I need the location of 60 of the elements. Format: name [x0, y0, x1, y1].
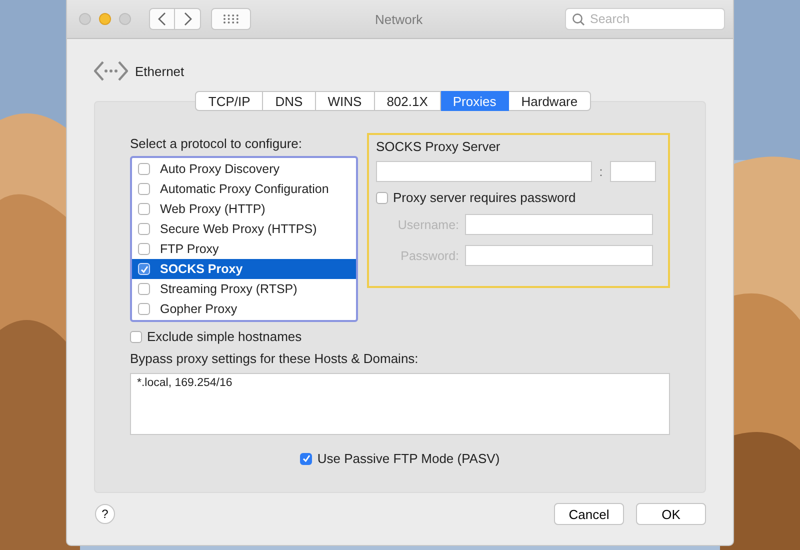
protocol-name: Auto Proxy Discovery — [160, 162, 280, 176]
forward-button[interactable] — [175, 8, 201, 30]
protocol-row[interactable]: Automatic Proxy Configuration — [132, 179, 356, 199]
minimize-button[interactable] — [99, 13, 111, 25]
port-separator: : — [598, 164, 604, 178]
checkbox[interactable] — [130, 330, 142, 342]
protocol-name: Streaming Proxy (RTSP) — [160, 282, 298, 296]
protocol-name: FTP Proxy — [160, 242, 219, 256]
protocol-row[interactable]: Web Proxy (HTTP) — [132, 199, 356, 219]
checkbox[interactable] — [138, 283, 150, 295]
tab[interactable]: 802.1X — [374, 91, 441, 111]
close-button[interactable] — [79, 13, 91, 25]
protocol-row[interactable]: Auto Proxy Discovery — [132, 159, 356, 179]
protocol-name: Gopher Proxy — [160, 302, 238, 316]
window-title: Network — [375, 12, 423, 27]
port-field[interactable] — [610, 161, 656, 182]
checkbox-label: Use Passive FTP Mode (PASV) — [317, 451, 500, 466]
grid-icon — [223, 14, 239, 24]
dialog-button[interactable]: OK — [636, 503, 706, 525]
checkbox[interactable] — [138, 163, 150, 175]
tab[interactable]: DNS — [263, 91, 316, 111]
protocol-row[interactable]: Gopher Proxy — [132, 299, 356, 319]
checkbox[interactable] — [138, 303, 150, 315]
protocol-name: Web Proxy (HTTP) — [160, 202, 266, 216]
checkbox[interactable] — [376, 192, 388, 204]
checkbox[interactable] — [138, 203, 150, 215]
server-field[interactable] — [376, 161, 592, 182]
checkbox[interactable] — [138, 183, 150, 195]
checkbox[interactable] — [300, 452, 312, 464]
tab[interactable]: Hardware — [509, 91, 591, 111]
tab[interactable]: Proxies — [440, 91, 510, 111]
search-icon — [572, 13, 585, 26]
chevron-right-icon — [182, 12, 192, 26]
protocol-name: Automatic Proxy Configuration — [160, 182, 329, 196]
checkbox[interactable] — [138, 223, 150, 235]
search-field[interactable]: Search — [565, 8, 725, 30]
protocol-list[interactable]: Auto Proxy Discovery Automatic Proxy Configuration Web Proxy (HTTP) Secure Web Proxy (HTTPS) FTP Proxy SOCKS Proxy Streaming Proxy (RTSP) Gopher Proxy — [130, 156, 358, 322]
zoom-button[interactable] — [119, 13, 131, 25]
server-title: SOCKS Proxy Server — [376, 139, 502, 154]
protocol-name: SOCKS Proxy — [160, 262, 243, 276]
protocol-row[interactable]: SOCKS Proxy — [132, 259, 356, 279]
protocol-row[interactable]: FTP Proxy — [132, 239, 356, 259]
protocol-label: Select a protocol to configure: — [130, 136, 303, 151]
checkbox[interactable] — [138, 243, 150, 255]
dialog-button[interactable]: Cancel — [554, 503, 624, 525]
checkbox-label: Exclude simple hostnames — [147, 329, 302, 344]
bypass-field[interactable]: *.local, 169.254/16 — [130, 373, 670, 435]
protocol-name: Secure Web Proxy (HTTPS) — [160, 222, 317, 236]
back-button[interactable] — [149, 8, 175, 30]
ethernet-icon — [94, 60, 128, 82]
show-all-button[interactable] — [211, 8, 251, 30]
tab[interactable]: WINS — [316, 91, 375, 111]
protocol-row[interactable]: Secure Web Proxy (HTTPS) — [132, 219, 356, 239]
help-button[interactable]: ? — [95, 504, 115, 524]
bypass-label: Bypass proxy settings for these Hosts & Domains: — [130, 351, 420, 366]
protocol-row[interactable]: Streaming Proxy (RTSP) — [132, 279, 356, 299]
chevron-left-icon — [157, 12, 167, 26]
interface-name: Ethernet — [135, 64, 184, 78]
checkbox-label: Proxy server requires password — [393, 190, 576, 205]
tab[interactable]: TCP/IP — [195, 91, 264, 111]
